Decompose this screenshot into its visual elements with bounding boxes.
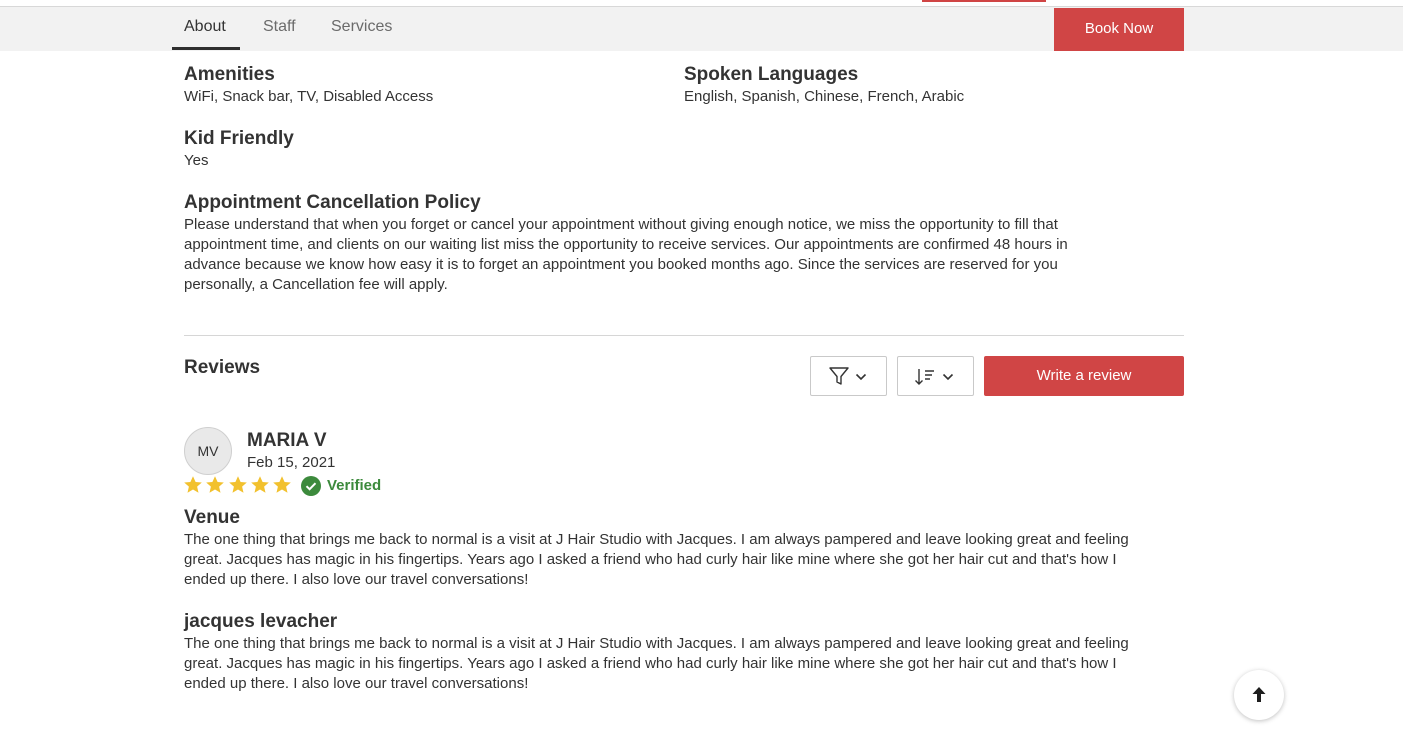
write-review-button[interactable]: Write a review (984, 356, 1184, 396)
kid-friendly-title: Kid Friendly (184, 128, 294, 149)
section-nav: About Staff Services (0, 7, 1403, 51)
review-text-line: ended up there. I also love our travel c… (184, 675, 529, 692)
star-icon (228, 476, 247, 493)
sort-icon (915, 369, 934, 385)
tab-services[interactable]: Services (331, 7, 392, 51)
chevron-down-icon (855, 373, 867, 381)
active-tab-indicator (172, 47, 240, 50)
cancellation-line: Please understand that when you forget o… (184, 216, 1058, 233)
filter-icon (829, 367, 849, 385)
review-text-line: The one thing that brings me back to nor… (184, 531, 1129, 548)
chevron-down-icon (942, 373, 954, 381)
reviewer-name: MARIA V (247, 430, 327, 451)
kid-friendly-value: Yes (184, 152, 209, 169)
languages-value: English, Spanish, Chinese, French, Arabi… (684, 88, 965, 105)
cancellation-line: personally, a Cancellation fee will appl… (184, 276, 448, 293)
star-icon (206, 476, 225, 493)
verified-check-icon (301, 476, 321, 496)
star-icon (273, 476, 291, 493)
review-text-line: great. Jacques has magic in his fingerti… (184, 655, 1117, 672)
reviews-title: Reviews (184, 357, 261, 378)
review-date: Feb 15, 2021 (247, 454, 336, 471)
languages-title: Spoken Languages (684, 64, 859, 85)
scroll-to-top-button[interactable] (1234, 670, 1284, 720)
tab-about[interactable]: About (184, 7, 226, 51)
book-now-button[interactable]: Book Now (1054, 8, 1184, 51)
review-section-title: jacques levacher (184, 611, 338, 632)
star-icon (251, 476, 269, 493)
star-icon (184, 476, 202, 493)
tab-staff[interactable]: Staff (263, 7, 296, 51)
sort-button[interactable] (897, 356, 974, 396)
amenities-value: WiFi, Snack bar, TV, Disabled Access (184, 88, 434, 105)
review-text-line: ended up there. I also love our travel c… (184, 571, 529, 588)
arrow-up-icon (1252, 687, 1266, 702)
cancellation-title: Appointment Cancellation Policy (184, 192, 481, 213)
review-section-title: Venue (184, 507, 240, 528)
cancellation-line: appointment time, and clients on our wai… (184, 236, 1068, 253)
review-text-line: great. Jacques has magic in his fingerti… (184, 551, 1117, 568)
top-accent-strip (922, 0, 1046, 2)
section-divider (184, 335, 1184, 336)
filter-button[interactable] (810, 356, 887, 396)
review-text-line: The one thing that brings me back to nor… (184, 635, 1129, 652)
verified-badge: Verified (327, 477, 382, 494)
avatar: MV (184, 427, 232, 475)
amenities-title: Amenities (184, 64, 275, 85)
cancellation-line: advance because we know how easy it is t… (184, 256, 1058, 273)
